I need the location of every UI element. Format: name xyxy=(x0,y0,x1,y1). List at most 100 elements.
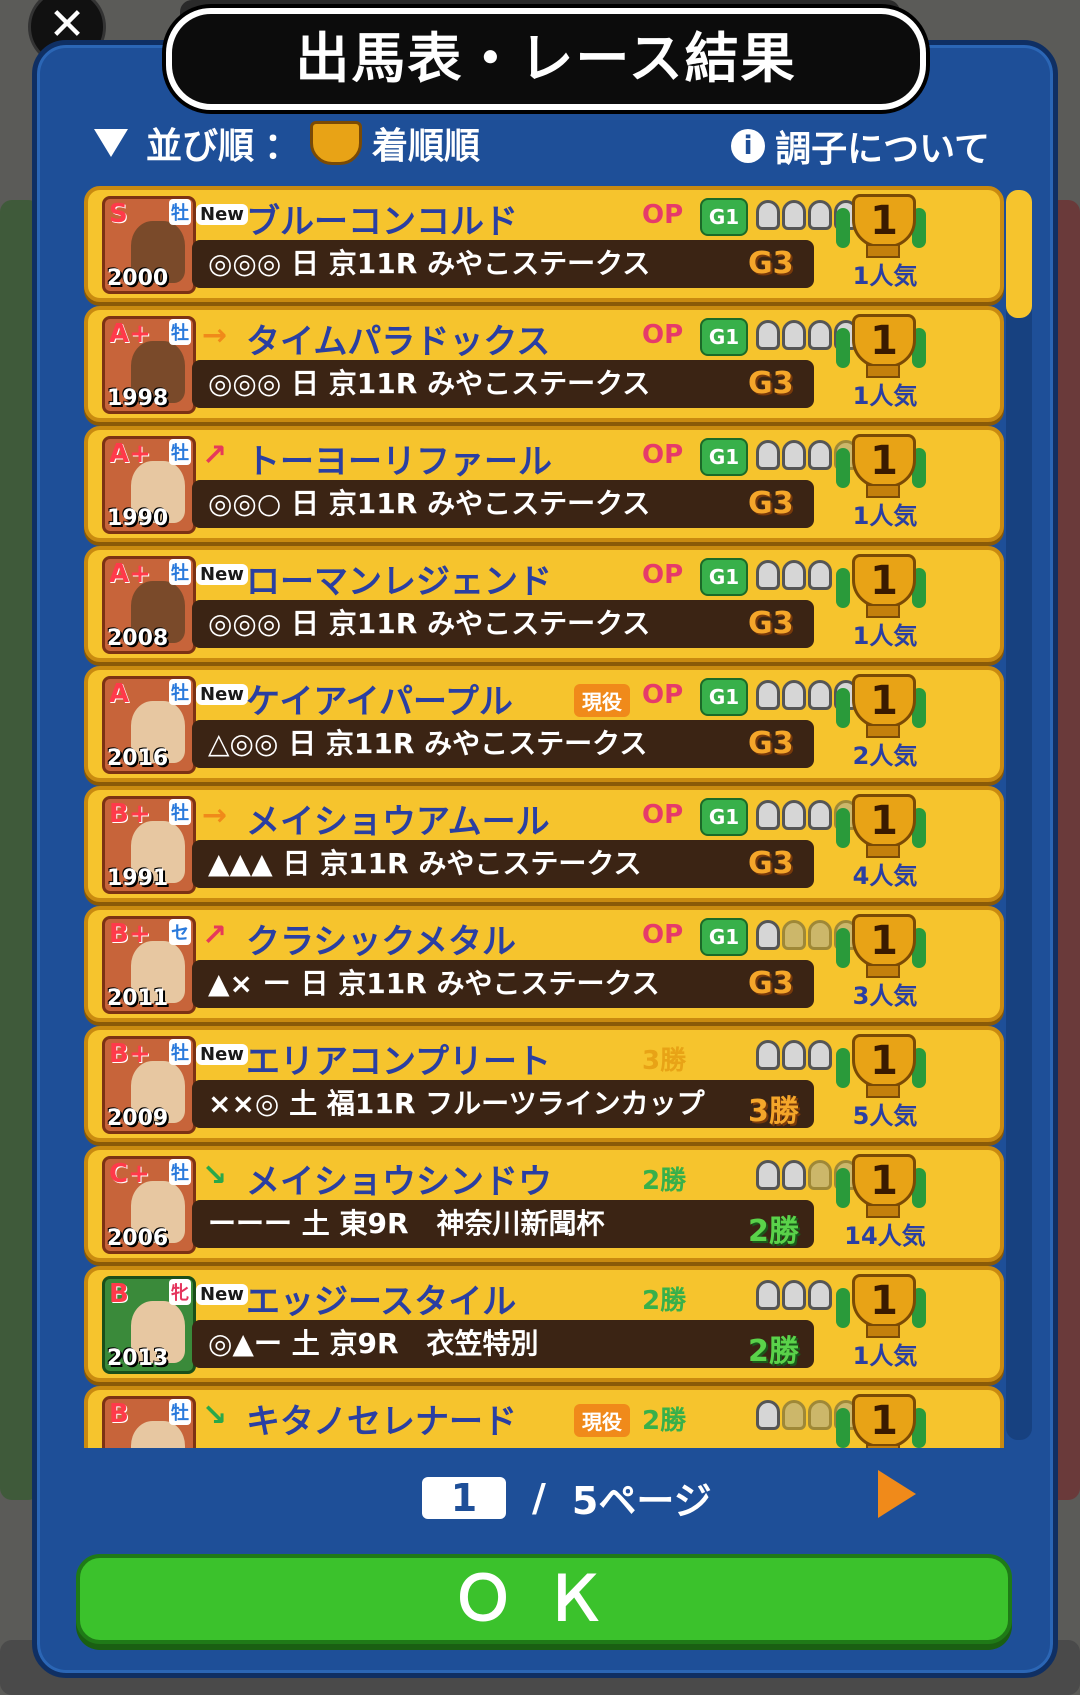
horse-sex: 牡 xyxy=(169,559,191,585)
finish-place: 1 xyxy=(852,914,916,968)
horse-class: 3勝 xyxy=(642,1046,687,1076)
horse-portrait: B 牝 2013 xyxy=(102,1276,196,1374)
horseshoe-rating xyxy=(756,1280,832,1310)
finish-place: 1 xyxy=(852,1034,916,1088)
finish-place: 1 xyxy=(852,434,916,488)
finish-place: 1 xyxy=(852,194,916,248)
scrollbar-thumb[interactable] xyxy=(1006,190,1032,318)
race-detail: △◎◎ 日 京11R みやこステークス xyxy=(192,720,814,768)
race-grade: G3 xyxy=(748,486,794,521)
horse-rank: A+ xyxy=(109,319,151,349)
horseshoe-icon xyxy=(782,440,806,470)
finish-place: 1 xyxy=(852,1274,916,1328)
horseshoe-icon xyxy=(756,560,780,590)
horse-class: OP xyxy=(642,560,684,590)
horse-row[interactable]: C+ 牡 2006 ↘ メイショウシンドウ 2勝 ーーー 土 東9R 神奈川新聞杯 2勝 1 14… xyxy=(84,1146,1004,1262)
trophy-icon: 1 xyxy=(836,674,926,738)
trophy-icon: 1 xyxy=(836,434,926,498)
horse-row[interactable]: A+ 牡 1998 → タイムパラドックス OP G1 ◎◎◎ 日 京11R みやこステークス… xyxy=(84,306,1004,422)
race-grade: 3勝 xyxy=(748,1094,799,1129)
horse-year: 2008 xyxy=(107,626,169,651)
horse-portrait: C+ 牡 2006 xyxy=(102,1156,196,1254)
sort-separator: ： xyxy=(264,126,301,167)
trophy-icon: 1 xyxy=(836,314,926,378)
horse-name: エリアコンプリート xyxy=(246,1042,551,1082)
laurel-icon xyxy=(836,208,850,248)
ok-button[interactable]: ＯＫ xyxy=(76,1554,1012,1644)
horse-row[interactable]: S 牡 2000 New ブルーコンコルド OP G1 ◎◎◎ 日 京11R みやこステークス… xyxy=(84,186,1004,302)
race-grade: 2勝 xyxy=(748,1334,799,1369)
popularity: 1人気 xyxy=(852,1342,918,1370)
horseshoe-icon xyxy=(756,800,780,830)
horse-row[interactable]: A+ 牡 1990 ↗ トーヨーリファール OP G1 ◎◎○ 日 京11R みやこステークス… xyxy=(84,426,1004,542)
trophy-icon: 1 xyxy=(836,1394,926,1448)
horse-class: 2勝 xyxy=(642,1166,687,1196)
next-page-arrow-icon[interactable] xyxy=(878,1470,916,1518)
laurel-icon xyxy=(836,568,850,608)
trend-arrow-icon: ↘ xyxy=(202,1158,228,1193)
horse-rank: S xyxy=(109,199,128,229)
finish-place: 1 xyxy=(852,794,916,848)
laurel-icon xyxy=(836,928,850,968)
horseshoe-icon xyxy=(756,1280,780,1310)
horse-rank: C+ xyxy=(109,1159,150,1189)
horse-row[interactable]: B+ セ 2011 ↗ クラシックメタル OP G1 ▲× ー 日 京11R みやこステークス… xyxy=(84,906,1004,1022)
horse-row[interactable]: B 牝 2013 New エッジースタイル 2勝 ◎▲ー 土 京9R 衣笠特別 2勝 1 1人気 xyxy=(84,1266,1004,1382)
race-detail: ▲▲▲ 日 京11R みやこステークス xyxy=(192,840,814,888)
finish-place: 1 xyxy=(852,674,916,728)
horseshoe-rating xyxy=(756,560,832,590)
page-number-input[interactable]: 1 xyxy=(422,1476,506,1519)
popularity: 4人気 xyxy=(852,862,918,890)
g1-laurel-icon: G1 xyxy=(700,798,748,836)
horseshoe-rating xyxy=(756,1040,832,1070)
horseshoe-icon xyxy=(782,320,806,350)
horse-row[interactable]: B+ 牡 2009 New エリアコンプリート 3勝 ××◎ 土 福11R フルーツラインカ… xyxy=(84,1026,1004,1142)
race-grade: G3 xyxy=(748,966,794,1001)
horseshoe-icon xyxy=(808,800,832,830)
race-detail: ◎▲ー 土 京9R 衣笠特別 xyxy=(192,1320,814,1368)
popularity: 14人気 xyxy=(844,1222,926,1250)
trend-arrow-icon: ↗ xyxy=(202,438,228,473)
horse-name: クラシックメタル xyxy=(246,922,516,962)
horseshoe-icon xyxy=(782,560,806,590)
horse-row[interactable]: A 牡 2016 New ケイアイパープル 現役 OP G1 △◎◎ 日 京11R みやこステー… xyxy=(84,666,1004,782)
horseshoe-icon xyxy=(808,560,832,590)
horse-sex: 牡 xyxy=(169,1039,191,1065)
page-total: 5ページ xyxy=(571,1479,712,1523)
horse-name: ブルーコンコルド xyxy=(246,202,518,242)
race-detail: ◎◎○ 日 京11R みやこステークス xyxy=(192,480,814,528)
race-detail: ◎◎◎ 日 京11R みやこステークス xyxy=(192,360,814,408)
horseshoe-icon xyxy=(808,1280,832,1310)
horse-row[interactable]: B+ 牡 1991 → メイショウアムール OP G1 ▲▲▲ 日 京11R みやこステークス… xyxy=(84,786,1004,902)
horse-portrait: S 牡 2000 xyxy=(102,196,196,294)
horse-class: OP xyxy=(642,800,684,830)
pagination: 1 / 5ページ xyxy=(422,1470,712,1525)
horse-row[interactable]: A+ 牡 2008 New ローマンレジェンド OP G1 ◎◎◎ 日 京11R みやこステー… xyxy=(84,546,1004,662)
list-scrollbar[interactable] xyxy=(1006,190,1032,1440)
horse-rank: B+ xyxy=(109,799,151,829)
new-badge: New xyxy=(196,564,248,585)
horse-year: 1998 xyxy=(107,386,169,411)
condition-info-button[interactable]: i 調子について xyxy=(731,120,990,172)
horse-year: 1991 xyxy=(107,866,169,891)
horse-name: タイムパラドックス xyxy=(246,322,551,362)
horse-row[interactable]: B 牡 ↘ キタノセレナード 現役 2勝 1 xyxy=(84,1386,1004,1448)
horseshoe-icon xyxy=(808,200,832,230)
horseshoe-icon xyxy=(756,440,780,470)
race-grade: G3 xyxy=(748,606,794,641)
horse-portrait: A+ 牡 1990 xyxy=(102,436,196,534)
horseshoe-icon xyxy=(782,1160,806,1190)
active-badge: 現役 xyxy=(574,1404,630,1437)
horseshoe-empty-icon xyxy=(782,920,806,950)
race-grade: G3 xyxy=(748,366,794,401)
horse-rank: A+ xyxy=(109,439,151,469)
sort-control[interactable]: 並び順 ： 着順順 xyxy=(94,118,480,168)
race-detail: ◎◎◎ 日 京11R みやこステークス xyxy=(192,240,814,288)
horse-name: メイショウシンドウ xyxy=(246,1162,552,1202)
horse-year: 2016 xyxy=(107,746,169,771)
horse-rank: B+ xyxy=(109,919,151,949)
horse-year: 2011 xyxy=(107,986,169,1011)
horse-list[interactable]: S 牡 2000 New ブルーコンコルド OP G1 ◎◎◎ 日 京11R みやこステークス… xyxy=(84,186,1004,1448)
horse-sex: 牡 xyxy=(169,319,191,345)
trophy-icon: 1 xyxy=(836,794,926,858)
